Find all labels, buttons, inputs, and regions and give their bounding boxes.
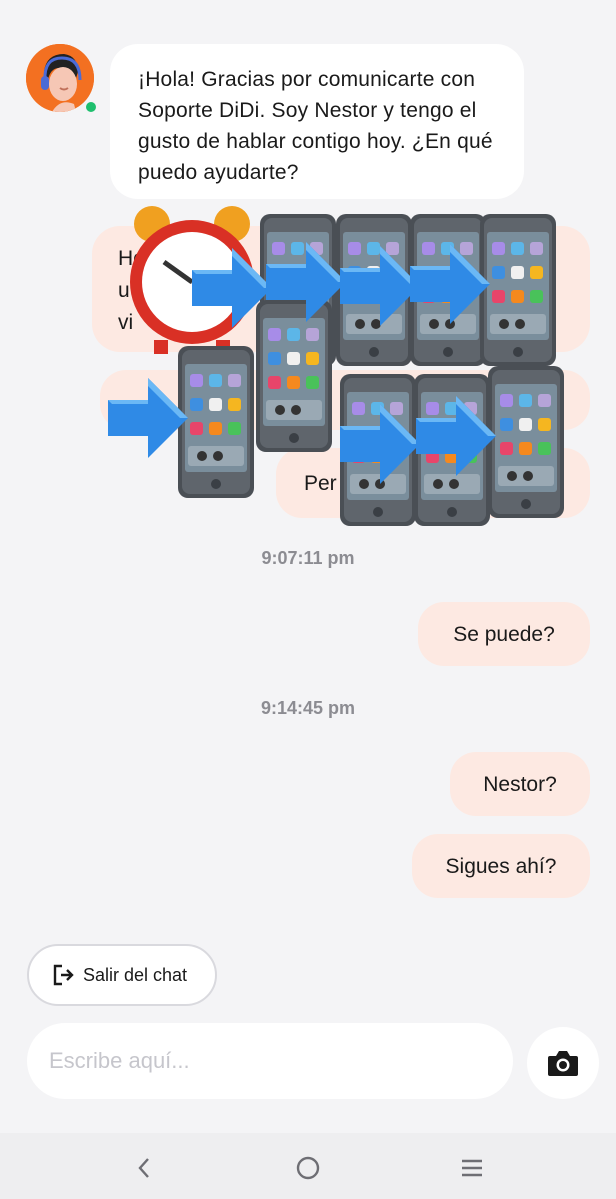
- message-input[interactable]: [27, 1023, 513, 1099]
- back-icon: [138, 1158, 149, 1178]
- camera-button[interactable]: [527, 1027, 599, 1099]
- agent-avatar-icon: [26, 44, 94, 112]
- user-message-text: Sigues ahí?: [445, 854, 557, 878]
- user-message-text: Nestor?: [483, 772, 557, 796]
- message-timestamp: 9:07:11 pm: [261, 548, 355, 568]
- agent-avatar: [26, 44, 94, 112]
- exit-chat-label: Salir del chat: [83, 964, 188, 985]
- sticker: [104, 200, 584, 535]
- message-timestamp: 9:14:45 pm: [260, 698, 356, 718]
- user-message-bubble: Nestor?: [450, 752, 590, 816]
- online-status-dot: [84, 100, 98, 114]
- user-message-bubble: Sigues ahí?: [412, 834, 590, 898]
- home-icon: [296, 1156, 320, 1180]
- nav-back-button[interactable]: [124, 1150, 164, 1186]
- sticker-graphic: [108, 206, 564, 526]
- exit-chat-button[interactable]: Salir del chat: [27, 944, 217, 1006]
- agent-message-bubble: ¡Hola! Gracias por comunicarte con Sopor…: [110, 44, 524, 199]
- logout-icon: [53, 964, 74, 986]
- camera-icon: [548, 1051, 578, 1076]
- agent-message-text: ¡Hola! Gracias por comunicarte con Sopor…: [138, 68, 493, 184]
- nav-home-button[interactable]: [288, 1150, 328, 1186]
- nav-recents-button[interactable]: [452, 1150, 492, 1186]
- menu-icon: [462, 1159, 482, 1177]
- user-message-text: Se puede?: [453, 622, 555, 646]
- user-message-bubble: Se puede?: [418, 602, 590, 666]
